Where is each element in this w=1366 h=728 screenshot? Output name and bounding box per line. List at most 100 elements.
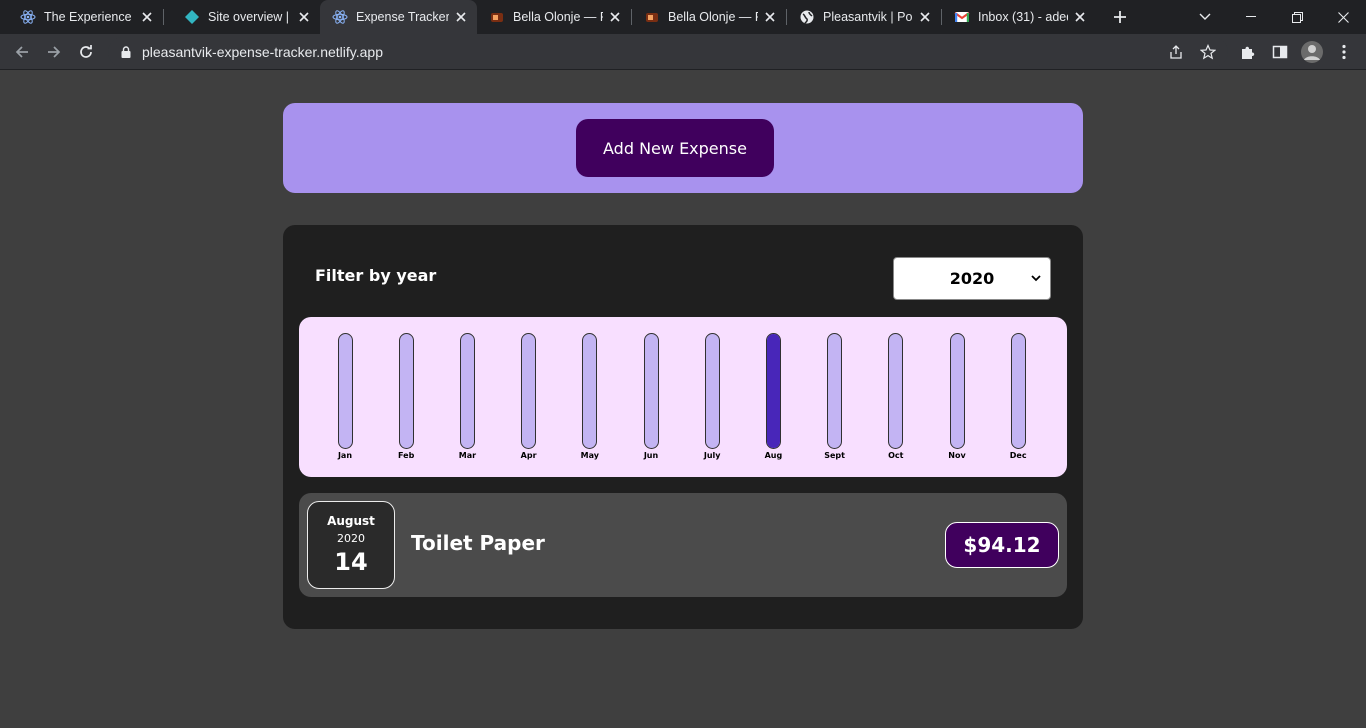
side-panel-icon <box>1272 45 1288 59</box>
chart-bar-label: Jun <box>643 451 659 460</box>
close-icon[interactable] <box>296 9 312 25</box>
netlify-icon <box>184 9 200 25</box>
tab-title: Bella Olonje — Fi <box>513 10 603 24</box>
chart-bar <box>398 333 414 449</box>
chart-bar-label: Mar <box>458 451 477 460</box>
share-icon <box>1170 45 1182 59</box>
expense-item: August 2020 14 Toilet Paper $94.12 <box>299 493 1067 597</box>
filter-label: Filter by year <box>315 266 437 285</box>
selected-year: 2020 <box>949 269 995 288</box>
share-button[interactable] <box>1164 40 1188 64</box>
kebab-menu-icon <box>1342 44 1346 60</box>
chart-bar-label: Jan <box>337 451 353 460</box>
tab-title: Site overview | pl <box>208 10 292 24</box>
extensions-button[interactable] <box>1236 40 1260 64</box>
url-text: pleasantvik-expense-tracker.netlify.app <box>142 44 383 60</box>
profile-avatar[interactable] <box>1300 40 1324 64</box>
chevron-down-icon <box>1199 13 1211 20</box>
tab-title: Inbox (31) - aded <box>978 10 1068 24</box>
tab-title: Expense Tracker <box>356 10 449 24</box>
expense-date-day: 14 <box>334 548 368 576</box>
expense-title: Toilet Paper <box>411 531 545 555</box>
side-panel-button[interactable] <box>1268 40 1292 64</box>
close-icon <box>1337 11 1349 23</box>
chart-bar-label: Feb <box>398 451 415 460</box>
restore-button[interactable] <box>1274 0 1320 34</box>
chart-bar <box>1010 333 1026 449</box>
chart-bar-label: Aug <box>764 451 783 460</box>
chart-bar <box>827 333 843 449</box>
chart-bar-label: Sept <box>824 451 845 460</box>
browser-toolbar: pleasantvik-expense-tracker.netlify.app <box>0 34 1366 70</box>
tab-title: Pleasantvik | Port <box>823 10 913 24</box>
restore-icon <box>1291 11 1303 23</box>
arrow-right-icon <box>48 46 61 58</box>
expense-date: August 2020 14 <box>307 501 395 589</box>
bookmark-button[interactable] <box>1196 40 1220 64</box>
puzzle-icon <box>1242 46 1255 59</box>
close-window-button[interactable] <box>1320 0 1366 34</box>
chart-bar <box>888 333 904 449</box>
browser-tab[interactable]: Inbox (31) - aded <box>942 0 1096 34</box>
chart-bar <box>765 333 781 449</box>
browser-tab[interactable]: The Experience <box>0 0 163 34</box>
chart-bar-label: Dec <box>1009 451 1027 460</box>
globe-icon <box>799 9 815 25</box>
expense-date-month: August <box>327 514 375 528</box>
plus-icon <box>1114 11 1126 23</box>
chart-bar <box>949 333 965 449</box>
chart-bar-label: July <box>703 451 721 460</box>
chart-bar <box>582 333 598 449</box>
close-icon[interactable] <box>1072 9 1088 25</box>
react-icon <box>20 9 36 25</box>
minimize-button[interactable] <box>1228 0 1274 34</box>
browser-tab[interactable]: Pleasantvik | Port <box>787 0 941 34</box>
browser-tab[interactable]: Site overview | pl <box>164 0 320 34</box>
chart-bar-label: Nov <box>948 451 966 460</box>
close-icon[interactable] <box>917 9 933 25</box>
browser-tab[interactable]: Bella Olonje — Fi <box>632 0 786 34</box>
tab-title: Bella Olonje — Fi <box>668 10 758 24</box>
chart-bar-label: Oct <box>888 451 904 460</box>
figma-icon <box>489 9 505 25</box>
menu-button[interactable] <box>1332 40 1356 64</box>
react-icon <box>332 9 348 25</box>
reload-icon <box>80 45 92 58</box>
figma-icon <box>644 9 660 25</box>
star-icon <box>1200 44 1216 60</box>
forward-button[interactable] <box>42 40 66 64</box>
chart-bar <box>704 333 720 449</box>
tab-title: The Experience <box>44 10 132 24</box>
address-bar[interactable]: pleasantvik-expense-tracker.netlify.app <box>108 37 1228 67</box>
year-filter-select[interactable]: 2020 <box>893 257 1051 300</box>
close-icon[interactable] <box>453 9 469 25</box>
expense-amount: $94.12 <box>945 522 1059 568</box>
avatar-icon <box>1301 41 1323 63</box>
browser-tab[interactable]: Bella Olonje — Fi <box>477 0 631 34</box>
lock-icon[interactable] <box>118 44 134 60</box>
close-icon[interactable] <box>607 9 623 25</box>
chart-bar-fill <box>766 334 780 448</box>
chart-bar-label: Apr <box>520 451 537 460</box>
add-new-expense-button[interactable]: Add New Expense <box>576 119 774 177</box>
chart-bar <box>521 333 537 449</box>
expense-date-year: 2020 <box>337 532 365 545</box>
minimize-icon <box>1246 16 1256 17</box>
tab-search-button[interactable] <box>1182 0 1228 34</box>
back-button[interactable] <box>10 40 34 64</box>
new-tab-button[interactable] <box>1108 5 1132 29</box>
chart-bar <box>337 333 353 449</box>
close-icon[interactable] <box>139 9 155 25</box>
gmail-icon <box>954 9 970 25</box>
chart-bar-label: May <box>580 451 599 460</box>
close-icon[interactable] <box>762 9 778 25</box>
reload-button[interactable] <box>74 40 98 64</box>
chart-bar <box>459 333 475 449</box>
arrow-left-icon <box>15 46 28 58</box>
expenses-card: Filter by year 2020 Jan Feb Mar Apr May Jun Ju… <box>283 225 1083 629</box>
expenses-chart: Jan Feb Mar Apr May Jun July Aug Sept Oct Nov Dec <box>299 317 1067 477</box>
chevron-down-icon <box>1031 275 1041 282</box>
new-expense-panel: Add New Expense <box>283 103 1083 193</box>
browser-tab-active[interactable]: Expense Tracker <box>320 0 477 34</box>
chart-bar <box>643 333 659 449</box>
